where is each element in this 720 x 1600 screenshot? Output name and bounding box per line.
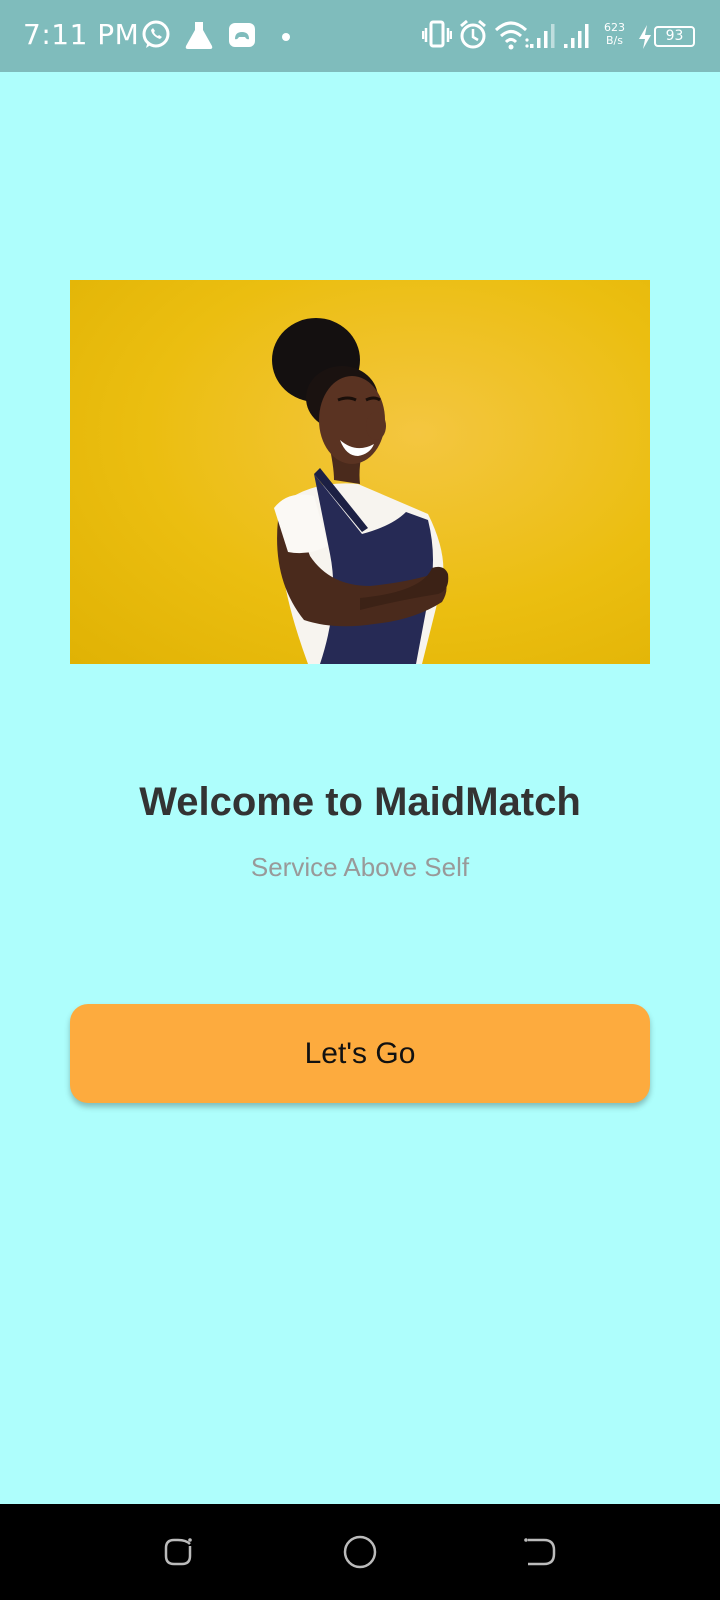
signal-icon bbox=[530, 24, 555, 48]
battery-level: 93 bbox=[665, 28, 684, 44]
network-speed-unit: B/s bbox=[606, 34, 623, 47]
signal-icon bbox=[564, 24, 589, 48]
recents-button[interactable] bbox=[160, 1532, 200, 1572]
charging-icon bbox=[639, 25, 651, 49]
dot-icon bbox=[282, 33, 290, 41]
network-speed-value: 623 bbox=[604, 21, 625, 34]
status-time: 7:11 PM bbox=[23, 18, 140, 51]
alarm-icon bbox=[460, 19, 486, 49]
back-button[interactable] bbox=[520, 1532, 560, 1572]
home-button[interactable] bbox=[340, 1532, 380, 1572]
vibrate-icon bbox=[422, 20, 452, 48]
network-speed: 623 B/s bbox=[604, 21, 625, 47]
welcome-title: Welcome to MaidMatch bbox=[139, 780, 581, 824]
navigation-bar bbox=[0, 1504, 720, 1600]
tagline: Service Above Self bbox=[250, 852, 470, 882]
game-controller-icon bbox=[229, 23, 255, 47]
whatsapp-icon bbox=[142, 20, 170, 48]
lets-go-button-label: Let's Go bbox=[304, 1036, 416, 1070]
woman-in-apron-photo bbox=[272, 318, 449, 664]
flask-icon bbox=[185, 22, 213, 49]
wifi-icon bbox=[494, 21, 529, 50]
hero-image bbox=[70, 280, 650, 664]
battery-icon: 93 bbox=[654, 26, 695, 47]
lets-go-button[interactable]: Let's Go bbox=[70, 1004, 650, 1103]
status-bar: 7:11 PM 623 B/s 93 bbox=[0, 0, 720, 72]
